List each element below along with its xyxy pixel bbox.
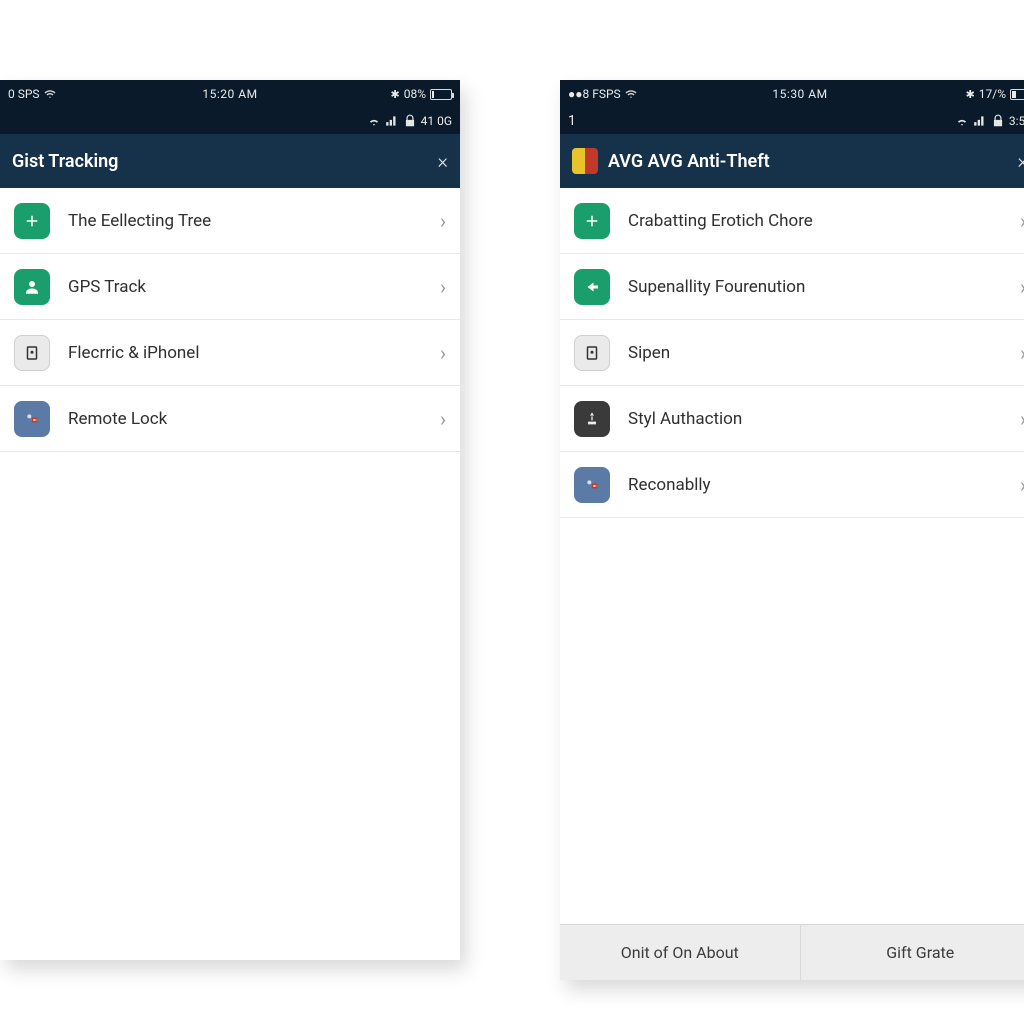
notification-count: 1 bbox=[568, 113, 951, 129]
list-item[interactable]: Flecrric & iPhonel › bbox=[0, 320, 460, 386]
phone-right: ●●8 FSPS 15:30 AM ✱ 17/% 1 3:50 AVG AVG … bbox=[560, 80, 1024, 980]
carrier-text: 0 SPS bbox=[8, 87, 40, 101]
bluetooth-icon: ✱ bbox=[391, 88, 400, 101]
list-item-label: Supenallity Fourenution bbox=[628, 277, 1020, 297]
app-brand-icon bbox=[572, 148, 598, 174]
chevron-right-icon: › bbox=[440, 341, 446, 365]
app-bar: Gist Tracking × bbox=[0, 134, 460, 188]
status-bar-secondary: 1 3:50 bbox=[560, 108, 1024, 134]
wifi-icon bbox=[955, 114, 969, 128]
signal-icon bbox=[973, 114, 987, 128]
device-icon bbox=[14, 335, 50, 371]
menu-list: The Eellecting Tree › GPS Track › Flecrr… bbox=[0, 188, 460, 452]
tool-icon bbox=[574, 401, 610, 437]
list-item-label: Crabatting Erotich Chore bbox=[628, 211, 1020, 231]
battery-percent: 17/% bbox=[979, 87, 1006, 101]
chevron-right-icon: › bbox=[1020, 341, 1024, 365]
list-item[interactable]: Crabatting Erotich Chore › bbox=[560, 188, 1024, 254]
status-time: 15:20 AM bbox=[156, 87, 304, 101]
lock-icon bbox=[403, 114, 417, 128]
network-text: 3:50 bbox=[1009, 114, 1024, 128]
list-item-label: Sipen bbox=[628, 343, 1020, 363]
chevron-right-icon: › bbox=[1020, 473, 1024, 497]
chevron-right-icon: › bbox=[1020, 275, 1024, 299]
arrow-left-icon bbox=[574, 269, 610, 305]
list-item-label: Remote Lock bbox=[68, 409, 440, 429]
status-bar: ●●8 FSPS 15:30 AM ✱ 17/% bbox=[560, 80, 1024, 108]
app-title: AVG AVG Anti-Theft bbox=[608, 151, 1008, 172]
phone-left: 0 SPS 15:20 AM ✱ 08% 41 0G Gist Tracking… bbox=[0, 80, 460, 960]
list-item-label: GPS Track bbox=[68, 277, 440, 297]
signal-icon bbox=[385, 114, 399, 128]
status-bar-secondary: 41 0G bbox=[0, 108, 460, 134]
battery-percent: 08% bbox=[404, 87, 426, 101]
status-bar: 0 SPS 15:20 AM ✱ 08% bbox=[0, 80, 460, 108]
battery-icon bbox=[1010, 89, 1024, 100]
list-item[interactable]: Remote Lock › bbox=[0, 386, 460, 452]
list-item[interactable]: Supenallity Fourenution › bbox=[560, 254, 1024, 320]
close-button[interactable]: × bbox=[1018, 149, 1024, 173]
chevron-right-icon: › bbox=[440, 209, 446, 233]
network-text: 41 0G bbox=[421, 114, 452, 128]
bottom-bar: Onit of On About Gift Grate bbox=[560, 924, 1024, 980]
device-icon bbox=[574, 335, 610, 371]
lock-icon bbox=[574, 467, 610, 503]
list-item-label: Reconablly bbox=[628, 475, 1020, 495]
plus-icon bbox=[14, 203, 50, 239]
close-button[interactable]: × bbox=[438, 149, 448, 173]
app-title: Gist Tracking bbox=[12, 151, 428, 172]
lock-icon bbox=[14, 401, 50, 437]
carrier-text: ●●8 FSPS bbox=[568, 87, 621, 101]
battery-icon bbox=[430, 89, 452, 100]
list-item[interactable]: Styl Authaction › bbox=[560, 386, 1024, 452]
about-button-label: Onit of On About bbox=[621, 943, 739, 962]
chevron-right-icon: › bbox=[1020, 407, 1024, 431]
wifi-icon bbox=[367, 114, 381, 128]
app-bar: AVG AVG Anti-Theft × bbox=[560, 134, 1024, 188]
list-item[interactable]: GPS Track › bbox=[0, 254, 460, 320]
lock-icon bbox=[991, 114, 1005, 128]
list-item[interactable]: Reconablly › bbox=[560, 452, 1024, 518]
chevron-right-icon: › bbox=[440, 275, 446, 299]
list-item-label: The Eellecting Tree bbox=[68, 211, 440, 231]
status-time: 15:30 AM bbox=[723, 87, 878, 101]
about-button[interactable]: Onit of On About bbox=[560, 925, 801, 980]
list-item-label: Styl Authaction bbox=[628, 409, 1020, 429]
person-icon bbox=[14, 269, 50, 305]
list-item[interactable]: The Eellecting Tree › bbox=[0, 188, 460, 254]
list-item-label: Flecrric & iPhonel bbox=[68, 343, 440, 363]
chevron-right-icon: › bbox=[440, 407, 446, 431]
gift-button-label: Gift Grate bbox=[886, 943, 954, 962]
gift-button[interactable]: Gift Grate bbox=[801, 925, 1024, 980]
wifi-icon bbox=[44, 88, 56, 100]
plus-icon bbox=[574, 203, 610, 239]
menu-list: Crabatting Erotich Chore › Supenallity F… bbox=[560, 188, 1024, 518]
chevron-right-icon: › bbox=[1020, 209, 1024, 233]
bluetooth-icon: ✱ bbox=[966, 88, 975, 101]
wifi-icon bbox=[625, 88, 637, 100]
list-item[interactable]: Sipen › bbox=[560, 320, 1024, 386]
